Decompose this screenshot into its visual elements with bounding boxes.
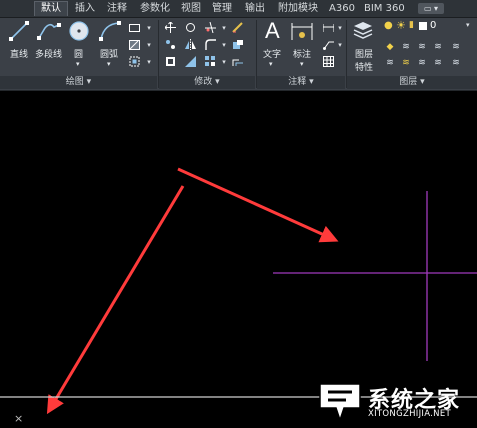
fillet-icon[interactable] xyxy=(204,39,216,50)
dimension-icon xyxy=(291,23,313,40)
dimension-tool[interactable]: 标注 ▾ xyxy=(290,20,316,68)
layer-dropdown-icon[interactable]: ▾ xyxy=(466,21,470,29)
line-tool[interactable]: 直线 xyxy=(8,20,30,60)
layer-off-icon[interactable]: ◆ xyxy=(384,41,396,52)
dimension-dropdown-icon[interactable]: ▾ xyxy=(300,60,304,68)
layer-isolate-icon[interactable]: ≋ xyxy=(400,41,412,52)
erase-icon[interactable] xyxy=(232,22,244,33)
layer-properties-label-1: 图层 xyxy=(355,50,374,60)
watermark-logo xyxy=(319,383,361,423)
rectangle-dropdown-icon[interactable]: ▾ xyxy=(143,22,155,33)
ribbon-panels: 直线 多段线 圆 ▾ 圆弧 ▾ ▾ ▾ ▾ 绘图 ▾ ▾ ▾ ▾ 修改 ▾ A … xyxy=(0,18,477,91)
polyline-tool[interactable]: 多段线 xyxy=(35,20,64,60)
offset-icon[interactable] xyxy=(232,56,244,67)
lightbulb-icon: ● xyxy=(384,20,393,31)
tab-addins[interactable]: 附加模块 xyxy=(278,2,318,16)
circle-label: 圆 xyxy=(74,50,84,60)
circle-dropdown-icon[interactable]: ▾ xyxy=(76,60,80,68)
text-tool[interactable]: A 文字 ▾ xyxy=(262,18,284,70)
layer-lock-icon[interactable]: ≋ xyxy=(432,41,444,52)
layer-make-current-icon[interactable]: ≋ xyxy=(384,57,396,68)
dimension-label: 标注 xyxy=(293,50,312,60)
tab-manage[interactable]: 管理 xyxy=(212,2,232,16)
layer-control[interactable]: ● ☀ ▮ 0 ▾ xyxy=(382,19,474,34)
polyline-label: 多段线 xyxy=(35,50,63,60)
tab-parametric[interactable]: 参数化 xyxy=(140,2,170,16)
annotation-arrow-down xyxy=(46,185,185,415)
watermark: 系统之家 XITONGZHIJIA.NET xyxy=(312,376,477,428)
tab-bim360[interactable]: BIM 360 xyxy=(364,2,405,16)
layers-panel-footer[interactable]: 图层 ▾ xyxy=(347,76,477,89)
text-icon: A xyxy=(265,18,280,43)
move-icon[interactable] xyxy=(164,22,176,33)
current-layer-name: 0 xyxy=(430,20,437,31)
layer-properties-tool[interactable]: 图层 特性 xyxy=(352,20,378,76)
tab-options-dropdown[interactable]: ▭ ▾ xyxy=(418,3,444,14)
rectangle-icon[interactable] xyxy=(128,22,140,33)
table-icon[interactable] xyxy=(322,56,334,67)
layer-match-icon[interactable]: ≋ xyxy=(450,41,462,52)
explode-icon[interactable] xyxy=(232,39,244,50)
draw-panel-footer[interactable]: 绘图 ▾ xyxy=(0,76,157,89)
sun-icon: ☀ xyxy=(396,19,406,32)
ucs-x-icon: × xyxy=(14,412,24,425)
circle-icon xyxy=(69,21,89,41)
tab-view[interactable]: 视图 xyxy=(181,2,201,16)
trim-icon[interactable] xyxy=(204,22,216,33)
polyline-icon xyxy=(37,23,61,40)
layer-walk-icon[interactable]: ≋ xyxy=(416,57,428,68)
copy-icon[interactable] xyxy=(164,39,176,50)
layer-merge-icon[interactable]: ≋ xyxy=(432,57,444,68)
arc-icon xyxy=(99,21,121,41)
watermark-text-en: XITONGZHIJIA.NET xyxy=(368,409,451,419)
layer-delete-icon[interactable]: ≋ xyxy=(450,57,462,68)
layer-properties-label-2: 特性 xyxy=(355,63,374,73)
leader-dropdown-icon[interactable]: ▾ xyxy=(334,39,346,50)
tab-annotate[interactable]: 注释 xyxy=(107,2,127,16)
layer-stack-icon xyxy=(353,22,373,39)
linear-dim-dropdown-icon[interactable]: ▾ xyxy=(334,22,346,33)
trim-dropdown-icon[interactable]: ▾ xyxy=(218,22,230,33)
annotation-panel-footer[interactable]: 注释 ▾ xyxy=(257,76,345,89)
region-dropdown-icon[interactable]: ▾ xyxy=(143,56,155,67)
layer-previous-icon[interactable]: ≋ xyxy=(400,57,412,68)
tab-insert[interactable]: 插入 xyxy=(75,2,95,16)
region-icon[interactable] xyxy=(128,56,140,67)
layer-color-swatch xyxy=(419,22,427,30)
unlock-icon: ▮ xyxy=(409,20,414,30)
linear-dim-icon[interactable] xyxy=(322,22,334,33)
annotation-arrow-right xyxy=(177,167,339,243)
ribbon-tab-bar: 默认 插入 注释 参数化 视图 管理 输出 附加模块 A360 BIM 360 … xyxy=(0,0,477,18)
arc-tool[interactable]: 圆弧 ▾ xyxy=(98,20,122,68)
circle-tool[interactable]: 圆 ▾ xyxy=(68,20,90,68)
mirror-icon[interactable] xyxy=(184,39,196,50)
tab-output[interactable]: 输出 xyxy=(245,2,265,16)
text-label: 文字 xyxy=(263,50,282,60)
layer-freeze-icon[interactable]: ≋ xyxy=(416,41,428,52)
modify-panel-footer[interactable]: 修改 ▾ xyxy=(159,76,255,89)
arc-label: 圆弧 xyxy=(100,50,119,60)
arc-dropdown-icon[interactable]: ▾ xyxy=(107,60,111,68)
stretch-icon[interactable] xyxy=(164,56,176,67)
tab-default[interactable]: 默认 xyxy=(34,1,68,16)
rotate-icon[interactable] xyxy=(184,22,196,33)
hatch-dropdown-icon[interactable]: ▾ xyxy=(143,39,155,50)
line-icon xyxy=(9,21,29,41)
line-label: 直线 xyxy=(10,50,29,60)
fillet-dropdown-icon[interactable]: ▾ xyxy=(218,39,230,50)
leader-icon[interactable] xyxy=(322,39,334,50)
tab-a360[interactable]: A360 xyxy=(329,2,355,16)
hatch-icon[interactable] xyxy=(128,39,140,50)
array-icon[interactable] xyxy=(204,56,216,67)
text-dropdown-icon[interactable]: ▾ xyxy=(269,60,273,68)
array-dropdown-icon[interactable]: ▾ xyxy=(218,56,230,67)
scale-icon[interactable] xyxy=(184,56,196,67)
